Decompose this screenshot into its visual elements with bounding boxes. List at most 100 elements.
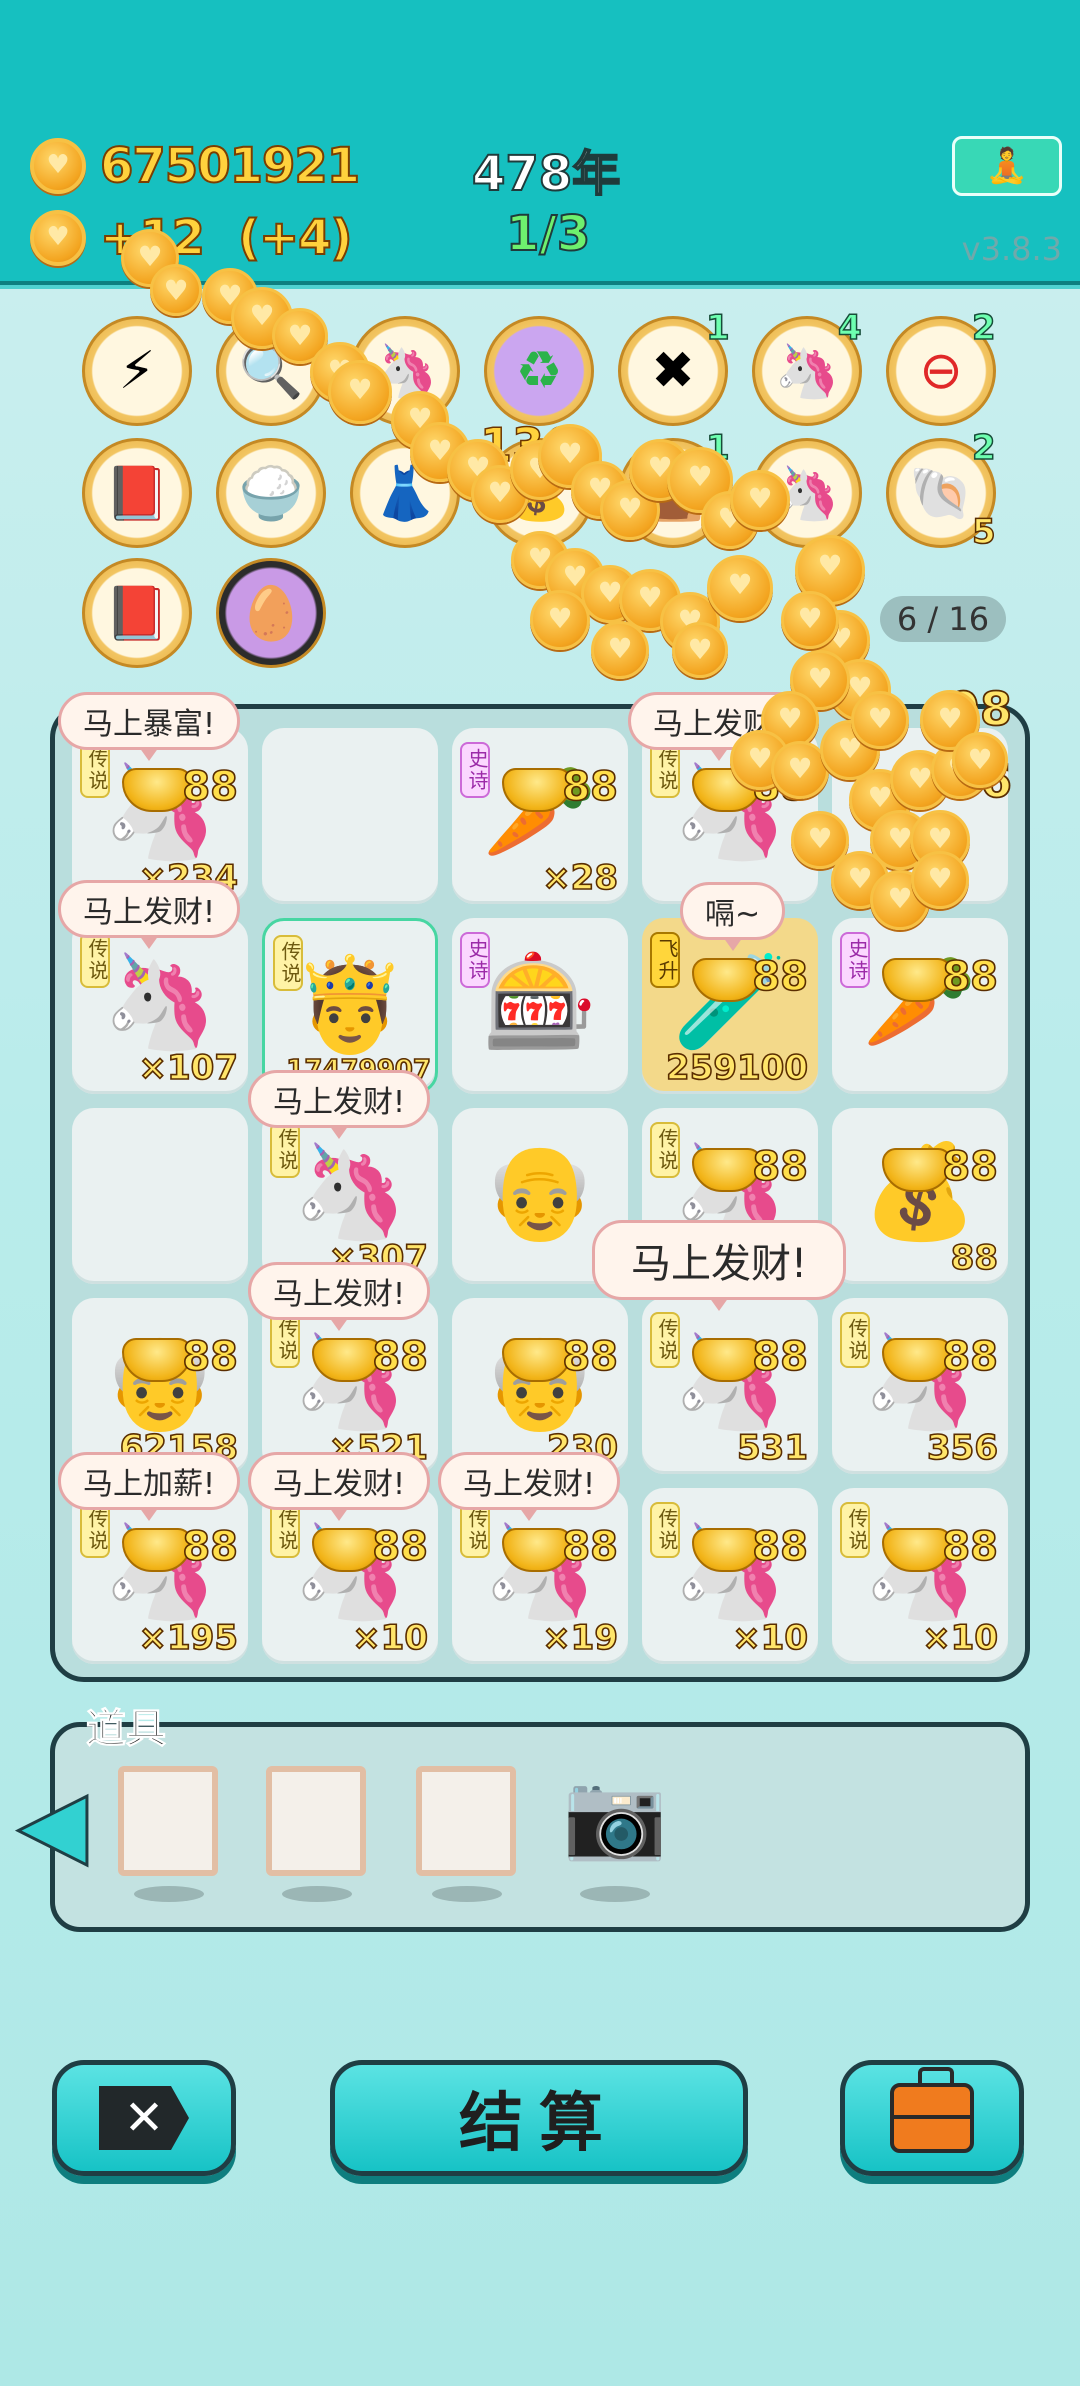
meditation-button[interactable]: 🧘 xyxy=(952,136,1062,196)
cell-value: 88 xyxy=(942,1143,999,1191)
tool-slot[interactable] xyxy=(266,1766,366,1876)
board-cell[interactable]: 传说🦄88×195 xyxy=(72,1488,248,1664)
year-display: 478年 xyxy=(471,145,621,203)
recycle-icon[interactable]: ♻ xyxy=(484,316,594,426)
speech-bubble: 马上发财! xyxy=(248,1452,431,1521)
cell-count: ×28 xyxy=(541,857,618,899)
tool-slot[interactable] xyxy=(118,1766,218,1876)
time-magazine-icon[interactable]: 📕 xyxy=(82,438,192,548)
board-cell[interactable]: 传说🦄88×521 xyxy=(262,1298,438,1474)
coin-icon xyxy=(30,210,86,266)
coin-total-value: 67501921 xyxy=(99,137,361,195)
board-cell[interactable]: 传说🦄88356 xyxy=(832,1298,1008,1474)
meditation-icon: 🧘 xyxy=(985,146,1029,186)
settle-label: 结算 xyxy=(459,2087,619,2161)
board-cell[interactable]: 史诗🥕88 xyxy=(832,918,1008,1094)
relic-count-secondary: 5 xyxy=(971,511,996,553)
board-cell[interactable]: 传说🦄88×19 xyxy=(452,1488,628,1664)
cell-value: 88 xyxy=(182,1333,239,1381)
board-cell[interactable]: 传说🦄88×10 xyxy=(642,1488,818,1664)
speech-bubble: 马上加薪! xyxy=(58,1452,241,1521)
relic-count: 2 xyxy=(971,307,996,349)
cell-value: 88 xyxy=(752,1143,809,1191)
board-cell[interactable]: 传说🦄88×10 xyxy=(832,1488,1008,1664)
flying-coin-icon xyxy=(591,621,649,679)
eggs-chopsticks-icon[interactable]: 🥚 xyxy=(216,558,326,668)
flying-coin-icon xyxy=(851,691,909,749)
cell-value: 88 xyxy=(372,1333,429,1381)
page-indicator: 6 / 16 xyxy=(880,596,1006,642)
board-cell[interactable]: 传说 🦄 ×307 xyxy=(262,1108,438,1284)
cell-count: ×10 xyxy=(351,1617,428,1659)
cell-count: ×10 xyxy=(731,1617,808,1659)
symbol-icon: 🤴 xyxy=(292,951,408,1058)
cell-value: 88 xyxy=(182,763,239,811)
board-cell[interactable]: 传说 🦄 ×107 xyxy=(72,918,248,1094)
cell-value: 88 xyxy=(372,1523,429,1571)
cell-value: 88 xyxy=(562,1523,619,1571)
relic-count: 2 xyxy=(971,427,996,469)
speech-bubble: 嗝~ xyxy=(680,882,786,951)
income-bonus: (+4) xyxy=(237,209,353,267)
board-cell[interactable]: 💰8888 xyxy=(832,1108,1008,1284)
cell-count: ×107 xyxy=(138,1047,239,1089)
cell-count: ×10 xyxy=(921,1617,998,1659)
coin-total: 67501921 xyxy=(30,137,361,195)
board-cell[interactable]: 史诗🥕88×28 xyxy=(452,728,628,904)
cell-value: 88 xyxy=(942,1523,999,1571)
flying-coin-icon xyxy=(150,264,202,316)
symbol-icon: 🦄 xyxy=(102,948,218,1055)
cell-count: 259100 xyxy=(665,1047,809,1089)
speech-bubble: 马上暴富! xyxy=(58,692,241,761)
cell-value: 88 xyxy=(752,953,809,1001)
cell-value: 88 xyxy=(182,1523,239,1571)
flying-coin-icon xyxy=(781,591,839,649)
cell-count: ×19 xyxy=(541,1617,618,1659)
cell-value: 88 xyxy=(752,1523,809,1571)
camera-icon[interactable]: 📷 xyxy=(560,1770,670,1860)
symbol-icon: 🦄 xyxy=(292,1138,408,1245)
lightning-icon[interactable]: ⚡ xyxy=(82,316,192,426)
upgrade-bowls-icon[interactable]: 🍚 xyxy=(216,438,326,548)
flying-coin-icon xyxy=(730,470,790,530)
cell-count: 531 xyxy=(736,1427,809,1469)
chevron-left-icon[interactable]: ◀ xyxy=(17,1772,89,1875)
tools-title: 道具 xyxy=(86,1706,167,1753)
slot-shadow xyxy=(282,1886,352,1902)
settle-button[interactable]: 结算 xyxy=(330,2060,748,2176)
inventory-button[interactable] xyxy=(840,2060,1024,2176)
cell-count: ×195 xyxy=(138,1617,239,1659)
remove-tag-icon: ✕ xyxy=(99,2086,189,2150)
coin-income: +12 (+4) xyxy=(30,209,354,267)
flying-coin-icon xyxy=(672,622,728,678)
cell-count: 88 xyxy=(950,1237,999,1279)
flying-coin-icon xyxy=(530,590,590,650)
relic-count: 4 xyxy=(837,307,862,349)
flying-coin-icon xyxy=(707,555,773,621)
cell-value: 88 xyxy=(562,1333,619,1381)
board-cell[interactable]: 👴8862158 xyxy=(72,1298,248,1474)
coin-icon xyxy=(30,138,86,194)
board-cell[interactable]: 传说🦄88×234 xyxy=(72,728,248,904)
flying-coin-icon xyxy=(328,360,392,424)
briefcase-icon xyxy=(890,2067,974,2153)
slot-shadow xyxy=(580,1886,650,1902)
board-cell[interactable] xyxy=(72,1108,248,1284)
flying-coin-icon xyxy=(952,732,1008,788)
tool-slot[interactable] xyxy=(416,1766,516,1876)
cell-value: 88 xyxy=(562,763,619,811)
board-cell[interactable]: 史诗 🎰 xyxy=(452,918,628,1094)
cell-value: 88 xyxy=(942,953,999,1001)
board-cell[interactable]: 传说🦄88×10 xyxy=(262,1488,438,1664)
speech-bubble: 马上发财! xyxy=(58,880,241,949)
remove-symbol-button[interactable]: ✕ xyxy=(52,2060,236,2176)
board-cell[interactable]: 传说🤴17479907 xyxy=(262,918,438,1094)
symbol-icon: 🎰 xyxy=(482,948,598,1055)
slot-shadow xyxy=(134,1886,204,1902)
board-cell[interactable]: 👴88230 xyxy=(452,1298,628,1474)
round-display: 1/3 xyxy=(505,205,591,263)
cell-value: 88 xyxy=(942,1333,999,1381)
time-magazine-icon[interactable]: 📕 xyxy=(82,558,192,668)
board-cell[interactable] xyxy=(262,728,438,904)
board-cell[interactable]: 传说🦄88531 xyxy=(642,1298,818,1474)
